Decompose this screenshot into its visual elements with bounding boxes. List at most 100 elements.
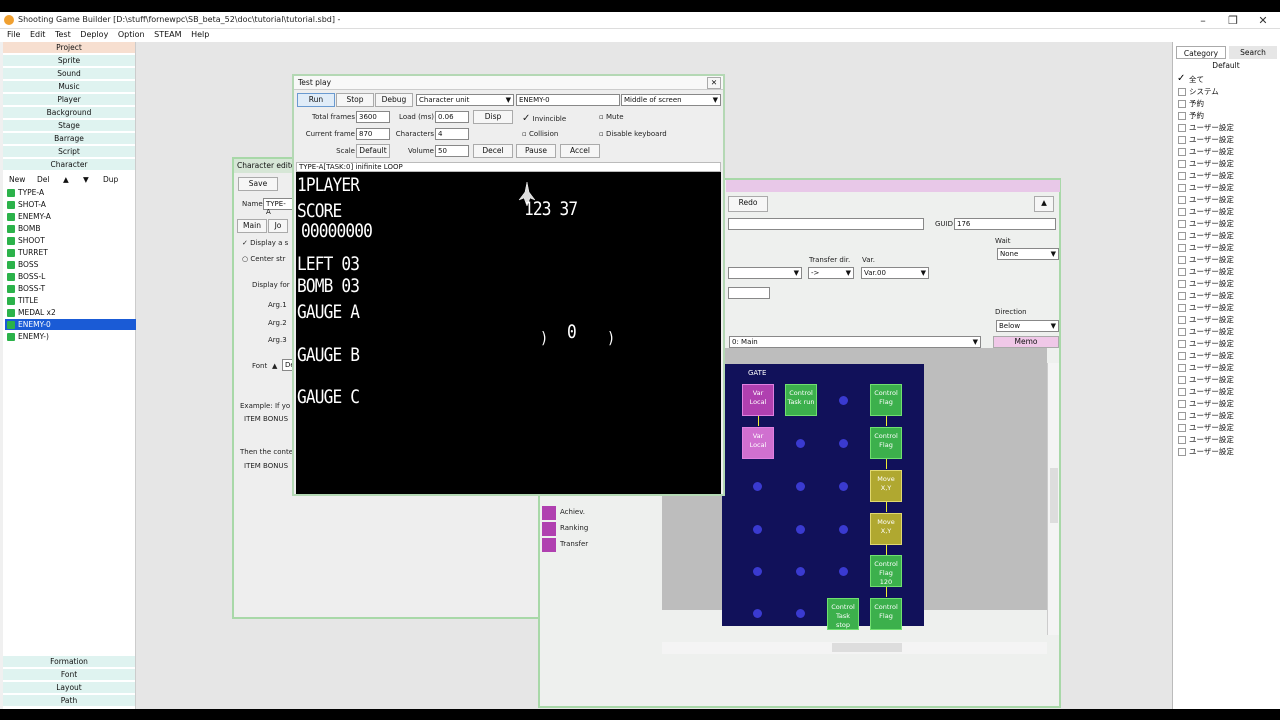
character-item[interactable]: BOSS-T [5,283,136,294]
category-checkbox[interactable] [1178,436,1186,444]
category-item[interactable]: ユーザー設定 [1176,242,1234,254]
category-item[interactable]: ユーザー設定 [1176,326,1234,338]
category-checkbox[interactable] [1178,256,1186,264]
script-name-field[interactable] [728,218,924,230]
category-item[interactable]: システム [1176,86,1219,98]
nav-stage[interactable]: Stage [3,120,135,132]
category-item[interactable]: ユーザー設定 [1176,230,1234,242]
category-item[interactable]: ユーザー設定 [1176,122,1234,134]
nav-project[interactable]: Project [3,42,135,54]
volume-field[interactable]: 50 [435,145,469,157]
delete-button[interactable]: Del [37,175,49,184]
disp-button[interactable]: Disp [473,110,513,124]
category-checkbox[interactable] [1178,124,1186,132]
disable-keyboard-checkbox[interactable]: ▫ Disable keyboard [599,130,667,138]
node-slot[interactable] [796,525,805,534]
category-item[interactable]: 予約 [1176,110,1204,122]
category-item[interactable]: ユーザー設定 [1176,338,1234,350]
task-select[interactable]: 0: Main [729,336,981,348]
nav-font[interactable]: Font [3,669,135,681]
character-item[interactable]: ENEMY-) [5,331,136,342]
character-item[interactable]: MEDAL x2 [5,307,136,318]
category-checkbox[interactable] [1178,136,1186,144]
node-slot[interactable] [839,525,848,534]
nav-sound[interactable]: Sound [3,68,135,80]
character-item[interactable]: BOSS [5,259,136,270]
category-item[interactable]: ユーザー設定 [1176,302,1234,314]
tab-search[interactable]: Search [1229,46,1277,59]
category-checkbox[interactable] [1178,160,1186,168]
guid-field[interactable]: 176 [954,218,1056,230]
direction-select[interactable]: Below [996,320,1059,332]
node-slot[interactable] [796,439,805,448]
value-field[interactable] [728,287,770,299]
game-preview-screen[interactable]: 1PLAYER SCORE 00000000 123 37 LEFT 03 BO… [296,172,721,494]
menu-edit[interactable]: Edit [30,30,46,39]
character-item[interactable]: TITLE [5,295,136,306]
total-frames-field[interactable]: 3600 [356,111,390,123]
side-item-ranking[interactable]: Ranking [560,524,588,532]
category-checkbox[interactable] [1178,400,1186,408]
category-checkbox[interactable] [1178,448,1186,456]
category-item[interactable]: ユーザー設定 [1176,146,1234,158]
nav-barrage[interactable]: Barrage [3,133,135,145]
category-item[interactable]: ユーザー設定 [1176,206,1234,218]
center-checkbox[interactable]: ○ Center str [242,255,285,263]
scroll-up-button[interactable]: ▲ [1034,196,1054,212]
category-item[interactable]: ユーザー設定 [1176,134,1234,146]
pause-button[interactable]: Pause [516,144,556,158]
category-item[interactable]: ユーザー設定 [1176,374,1234,386]
stop-button[interactable]: Stop [336,93,374,107]
node-slot[interactable] [796,482,805,491]
duplicate-button[interactable]: Dup [103,175,118,184]
category-checkbox[interactable] [1178,316,1186,324]
category-checkbox[interactable] [1178,196,1186,204]
menu-deploy[interactable]: Deploy [80,30,108,39]
node-control-flag-120[interactable]: Control Flag 120 [870,555,902,587]
side-item-transfer[interactable]: Transfer [560,540,588,548]
node-control-task-run[interactable]: Control Task run [785,384,817,416]
nav-sprite[interactable]: Sprite [3,55,135,67]
tab-category[interactable]: Category [1176,46,1226,59]
category-checkbox[interactable] [1178,220,1186,228]
new-button[interactable]: New [9,175,25,184]
character-item[interactable]: ENEMY-A [5,211,136,222]
category-checkbox[interactable] [1177,73,1186,85]
category-checkbox[interactable] [1178,376,1186,384]
category-item[interactable]: ユーザー設定 [1176,266,1234,278]
node-slot[interactable] [753,567,762,576]
category-checkbox[interactable] [1178,208,1186,216]
category-checkbox[interactable] [1178,304,1186,312]
nav-path[interactable]: Path [3,695,135,707]
character-item[interactable]: BOMB [5,223,136,234]
character-item[interactable]: SHOOT [5,235,136,246]
save-button[interactable]: Save [238,177,278,191]
redo-button[interactable]: Redo [728,196,768,212]
category-item[interactable]: ユーザー設定 [1176,182,1234,194]
side-item-achiev[interactable]: Achiev. [560,508,585,516]
debug-button[interactable]: Debug [375,93,413,107]
node-move-xy[interactable]: Move X,Y [870,513,902,545]
category-item[interactable]: ユーザー設定 [1176,278,1234,290]
spawn-position-select[interactable]: Middle of screen [621,94,721,106]
category-checkbox[interactable] [1178,172,1186,180]
category-item[interactable]: ユーザー設定 [1176,434,1234,446]
category-checkbox[interactable] [1178,232,1186,240]
character-item[interactable]: TURRET [5,247,136,258]
node-control-task-stop[interactable]: Control Task stop [827,598,859,630]
menu-option[interactable]: Option [118,30,145,39]
memo-button[interactable]: Memo [993,336,1059,348]
category-item[interactable]: ユーザー設定 [1176,446,1234,458]
nav-music[interactable]: Music [3,81,135,93]
transfer-dir-select[interactable]: -> [808,267,854,279]
node-slot[interactable] [753,609,762,618]
node-slot[interactable] [839,439,848,448]
node-control-flag[interactable]: Control Flag [870,384,902,416]
category-checkbox[interactable] [1178,412,1186,420]
node-slot[interactable] [753,482,762,491]
category-item[interactable]: 全て [1176,73,1204,86]
nav-layout[interactable]: Layout [3,682,135,694]
node-slot[interactable] [796,567,805,576]
wait-select[interactable]: None [997,248,1059,260]
category-checkbox[interactable] [1178,292,1186,300]
